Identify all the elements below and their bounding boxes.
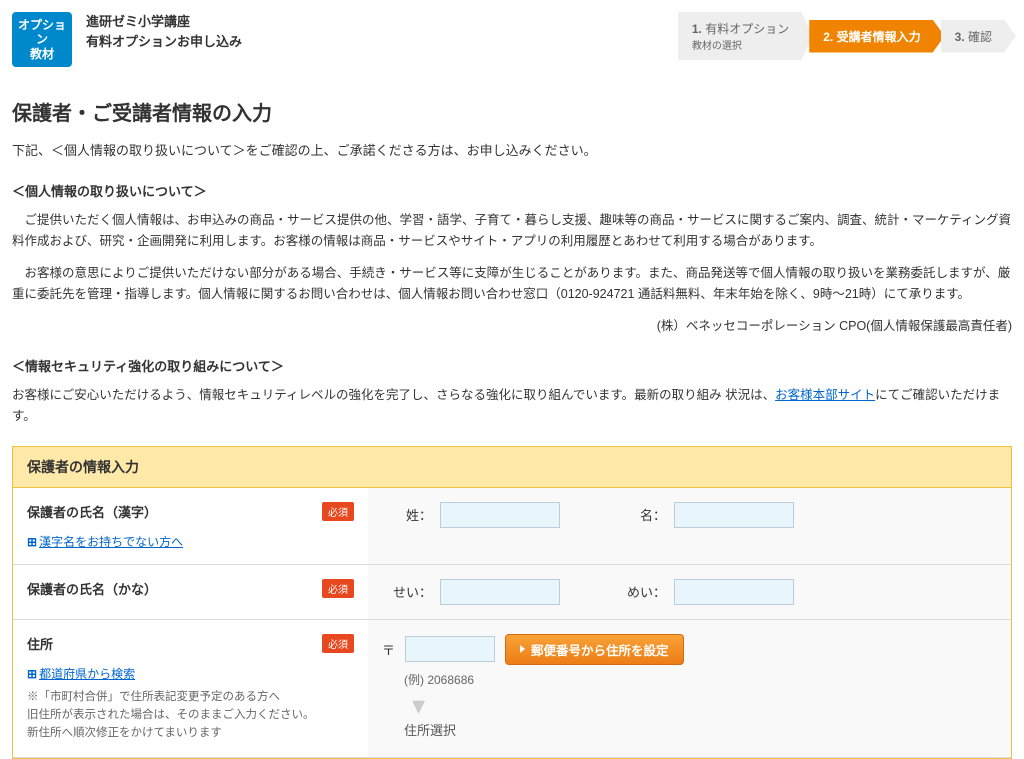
address-note: ※「市町村合併」で住所表記変更予定のある方へ 旧住所が表示された場合は、そのまま… (27, 688, 354, 743)
label-address: 住所 (27, 637, 53, 652)
postal-example: (例) 2068686 (404, 671, 997, 688)
label-sei-kana: せい： (382, 582, 432, 601)
header-title: 進研ゼミ小学講座 有料オプションお申し込み (86, 12, 678, 51)
security-body: お客様にご安心いただけるよう、情報セキュリティレベルの強化を完了し、さらなる強化… (12, 385, 1012, 428)
postal-mark: 〒 (382, 640, 395, 659)
input-mei-kana[interactable] (674, 579, 794, 605)
input-sei-kanji[interactable] (440, 502, 560, 528)
row-address: 住所 必須 ⊞都道府県から検索 ※「市町村合併」で住所表記変更予定のある方へ 旧… (13, 620, 1011, 758)
chevron-right-icon (520, 645, 525, 653)
logo-line2: 教材 (30, 47, 54, 61)
privacy-body-1: ご提供いただく個人情報は、お申込みの商品・サービス提供の他、学習・語学、子育て・… (12, 210, 1012, 253)
row-name-kanji: 保護者の氏名（漢字） 必須 ⊞漢字名をお持ちでない方へ 姓： 名： (13, 488, 1011, 565)
form-section-title: 保護者の情報入力 (13, 447, 1011, 488)
step-2: 2. 受講者情報入力 (809, 20, 944, 53)
logo-badge: オプション 教材 (12, 12, 72, 67)
address-select-label: 住所選択 (404, 720, 997, 739)
logo-line1: オプション (18, 18, 66, 46)
input-sei-kana[interactable] (440, 579, 560, 605)
label-mei-kana: めい： (616, 582, 666, 601)
privacy-body-2: お客様の意思によりご提供いただけない部分がある場合、手続き・サービス等に支障が生… (12, 263, 1012, 306)
plus-icon: ⊞ (27, 667, 37, 681)
prefecture-search-link[interactable]: ⊞都道府県から検索 (27, 665, 354, 682)
customer-hq-link[interactable]: お客様本部サイト (775, 388, 875, 402)
security-heading: ＜情報セキュリティ強化の取り組みについて＞ (12, 356, 1012, 375)
progress-steps: 1. 有料オプション 教材の選択 2. 受講者情報入力 3. 確認 (678, 12, 1012, 60)
label-name-kana: 保護者の氏名（かな） (27, 582, 157, 597)
label-sei: 姓： (382, 505, 432, 524)
guardian-form: 保護者の情報入力 保護者の氏名（漢字） 必須 ⊞漢字名をお持ちでない方へ 姓： … (12, 446, 1012, 759)
input-mei-kanji[interactable] (674, 502, 794, 528)
required-badge: 必須 (322, 579, 354, 598)
privacy-heading: ＜個人情報の取り扱いについて＞ (12, 181, 1012, 200)
required-badge: 必須 (322, 502, 354, 521)
step-3: 3. 確認 (941, 20, 1016, 53)
label-mei: 名： (616, 505, 666, 524)
step-1: 1. 有料オプション 教材の選択 (678, 12, 813, 60)
input-postal[interactable] (405, 636, 495, 662)
down-arrow-icon: ▾ (412, 692, 997, 718)
row-name-kana: 保護者の氏名（かな） 必須 せい： めい： (13, 565, 1011, 620)
privacy-signature: (株）ベネッセコーポレーション CPO(個人情報保護最高責任者) (12, 315, 1012, 334)
page-title: 保護者・ご受講者情報の入力 (12, 97, 1012, 126)
no-kanji-link[interactable]: ⊞漢字名をお持ちでない方へ (27, 533, 354, 550)
label-name-kanji: 保護者の氏名（漢字） (27, 505, 157, 520)
plus-icon: ⊞ (27, 535, 37, 549)
intro-text: 下記、＜個人情報の取り扱いについて＞をご確認の上、ご承諾くださる方は、お申し込み… (12, 140, 1012, 159)
header: オプション 教材 進研ゼミ小学講座 有料オプションお申し込み 1. 有料オプショ… (12, 0, 1012, 79)
postal-lookup-button[interactable]: 郵便番号から住所を設定 (505, 634, 684, 665)
